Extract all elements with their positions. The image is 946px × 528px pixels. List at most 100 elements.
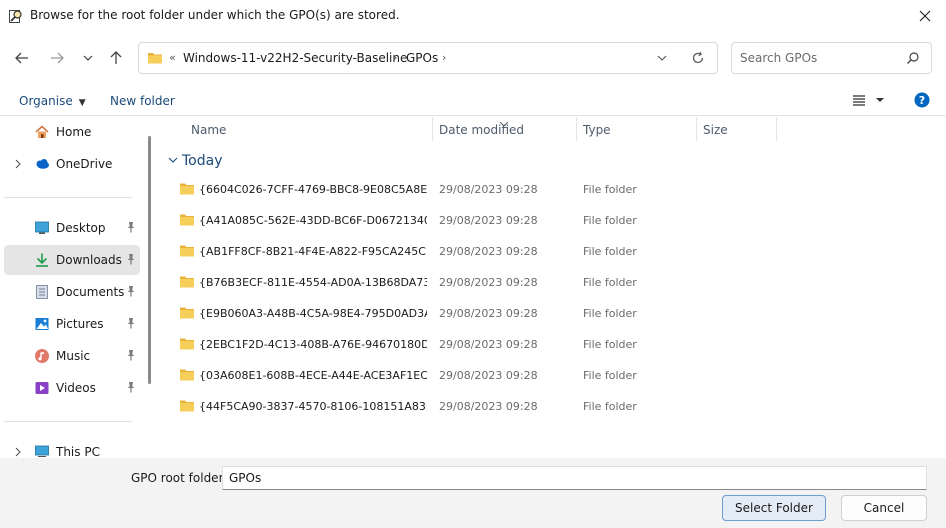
- navigation-pane: Home OneDrive Desktop Downloads Document…: [0, 117, 156, 457]
- table-row[interactable]: {44F5CA90-3837-4570-8106-108151A83D… 29/…: [168, 391, 768, 422]
- organise-menu[interactable]: Organise ▼: [19, 94, 86, 108]
- sidebar-item-label: Home: [56, 125, 92, 139]
- sidebar-item-pictures[interactable]: Pictures: [4, 309, 140, 339]
- chevron-down-icon: [83, 55, 93, 61]
- close-button[interactable]: [904, 0, 946, 32]
- file-type: File folder: [583, 338, 637, 351]
- column-header-size[interactable]: Size: [703, 123, 728, 137]
- sidebar-divider: [4, 421, 132, 422]
- cancel-button[interactable]: Cancel: [841, 495, 927, 521]
- chevron-down-icon: [657, 55, 667, 61]
- file-list: Name Date modified Type Size Today {6604…: [160, 117, 946, 457]
- table-row[interactable]: {B76B3ECF-811E-4554-AD0A-13B68DA73… 29/0…: [168, 267, 768, 298]
- file-date: 29/08/2023 09:28: [439, 369, 538, 382]
- address-bar[interactable]: « Windows-11-v22H2-Security-Baseline › G…: [138, 42, 718, 74]
- table-row[interactable]: {6604C026-7CFF-4769-BBC8-9E08C5A8E3… 29/…: [168, 174, 768, 205]
- search-input[interactable]: [740, 50, 900, 66]
- chevron-right-icon[interactable]: [14, 446, 22, 457]
- list-view-icon: [853, 95, 865, 106]
- chevron-right-icon[interactable]: [14, 158, 22, 172]
- column-divider[interactable]: [432, 117, 433, 141]
- window-title: Browse for the root folder under which t…: [30, 8, 400, 22]
- file-name: {44F5CA90-3837-4570-8106-108151A83D…: [199, 400, 427, 413]
- breadcrumb-separator[interactable]: ›: [393, 51, 397, 64]
- folder-icon: [179, 182, 195, 199]
- file-type: File folder: [583, 307, 637, 320]
- folder-icon: [179, 337, 195, 354]
- sidebar-item-onedrive[interactable]: OneDrive: [4, 149, 140, 179]
- pin-icon: [125, 285, 137, 300]
- file-date: 29/08/2023 09:28: [439, 400, 538, 413]
- back-button[interactable]: [10, 46, 34, 70]
- navigation-bar: « Windows-11-v22H2-Security-Baseline › G…: [0, 36, 946, 80]
- sidebar-item-label: Music: [56, 349, 91, 363]
- breadcrumb-overflow[interactable]: «: [169, 51, 176, 64]
- file-type: File folder: [583, 369, 637, 382]
- file-type: File folder: [583, 400, 637, 413]
- sidebar-item-documents[interactable]: Documents: [4, 277, 140, 307]
- folder-icon: [179, 399, 195, 416]
- breadcrumb-gpos[interactable]: GPOs: [406, 51, 438, 65]
- help-button[interactable]: ?: [914, 92, 930, 111]
- document-icon: [34, 284, 50, 300]
- up-button[interactable]: [104, 46, 128, 70]
- column-header-date-modified[interactable]: Date modified: [439, 123, 524, 137]
- file-date: 29/08/2023 09:28: [439, 245, 538, 258]
- caret-down-icon: ▼: [78, 98, 86, 108]
- title-bar: Browse for the root folder under which t…: [0, 0, 946, 32]
- table-row[interactable]: {2EBC1F2D-4C13-408B-A76E-94670180D… 29/0…: [168, 329, 768, 360]
- file-name: {2EBC1F2D-4C13-408B-A76E-94670180D…: [199, 338, 427, 351]
- desktop-icon: [34, 220, 50, 236]
- folder-icon: [147, 51, 163, 68]
- sidebar-item-label: Downloads: [56, 253, 122, 267]
- column-header-name[interactable]: Name: [191, 123, 226, 137]
- file-type: File folder: [583, 183, 637, 196]
- file-name: {AB1FF8CF-8B21-4F4E-A822-F95CA245C…: [199, 245, 427, 258]
- sidebar-item-label: Desktop: [56, 221, 106, 235]
- sidebar-item-downloads[interactable]: Downloads: [4, 245, 140, 275]
- sidebar-item-videos[interactable]: Videos: [4, 373, 140, 403]
- forward-button[interactable]: [45, 46, 69, 70]
- gpo-root-folder-input[interactable]: [222, 466, 927, 490]
- table-row[interactable]: {E9B060A3-A48B-4C5A-98E4-795D0AD3A… 29/0…: [168, 298, 768, 329]
- arrow-up-icon: [110, 51, 122, 64]
- recent-locations-button[interactable]: [76, 46, 100, 70]
- breadcrumb-baseline[interactable]: Windows-11-v22H2-Security-Baseline: [183, 51, 407, 65]
- sidebar-item-music[interactable]: Music: [4, 341, 140, 371]
- svg-text:?: ?: [919, 94, 925, 107]
- sidebar-item-label: Pictures: [56, 317, 104, 331]
- sidebar-item-home[interactable]: Home: [4, 117, 140, 147]
- file-date: 29/08/2023 09:28: [439, 183, 538, 196]
- new-folder-button[interactable]: New folder: [110, 94, 175, 108]
- pin-icon: [125, 349, 137, 364]
- sidebar-item-desktop[interactable]: Desktop: [4, 213, 140, 243]
- address-dropdown-button[interactable]: [656, 52, 668, 67]
- sidebar-item-label: Documents: [56, 285, 125, 299]
- column-divider[interactable]: [776, 117, 777, 141]
- view-options-button[interactable]: [852, 93, 888, 110]
- sidebar-item-label: This PC: [56, 445, 100, 457]
- search-box[interactable]: [731, 42, 932, 74]
- table-row[interactable]: {03A608E1-608B-4ECE-A44E-ACE3AF1EC… 29/0…: [168, 360, 768, 391]
- column-divider[interactable]: [576, 117, 577, 141]
- sidebar-item-this-pc[interactable]: This PC: [4, 437, 140, 457]
- file-name: {6604C026-7CFF-4769-BBC8-9E08C5A8E3…: [199, 183, 427, 196]
- search-icon[interactable]: [906, 51, 920, 68]
- file-date: 29/08/2023 09:28: [439, 307, 538, 320]
- table-row[interactable]: {A41A085C-562E-43DD-BC6F-D06721340… 29/0…: [168, 205, 768, 236]
- sidebar-divider: [4, 197, 132, 198]
- file-type: File folder: [583, 245, 637, 258]
- table-row[interactable]: {AB1FF8CF-8B21-4F4E-A822-F95CA245C… 29/0…: [168, 236, 768, 267]
- close-icon: [919, 10, 931, 22]
- breadcrumb-separator[interactable]: ›: [442, 51, 446, 64]
- column-divider[interactable]: [696, 117, 697, 141]
- dialog-footer: GPO root folder: Select Folder Cancel: [0, 458, 946, 528]
- organise-label: Organise: [19, 94, 73, 108]
- group-header-today[interactable]: Today: [168, 152, 223, 169]
- sidebar-scrollbar[interactable]: [148, 136, 151, 384]
- select-folder-button[interactable]: Select Folder: [722, 495, 826, 521]
- refresh-button[interactable]: [691, 51, 705, 68]
- column-header-type[interactable]: Type: [583, 123, 611, 137]
- pin-icon: [125, 221, 137, 236]
- folder-icon: [179, 306, 195, 323]
